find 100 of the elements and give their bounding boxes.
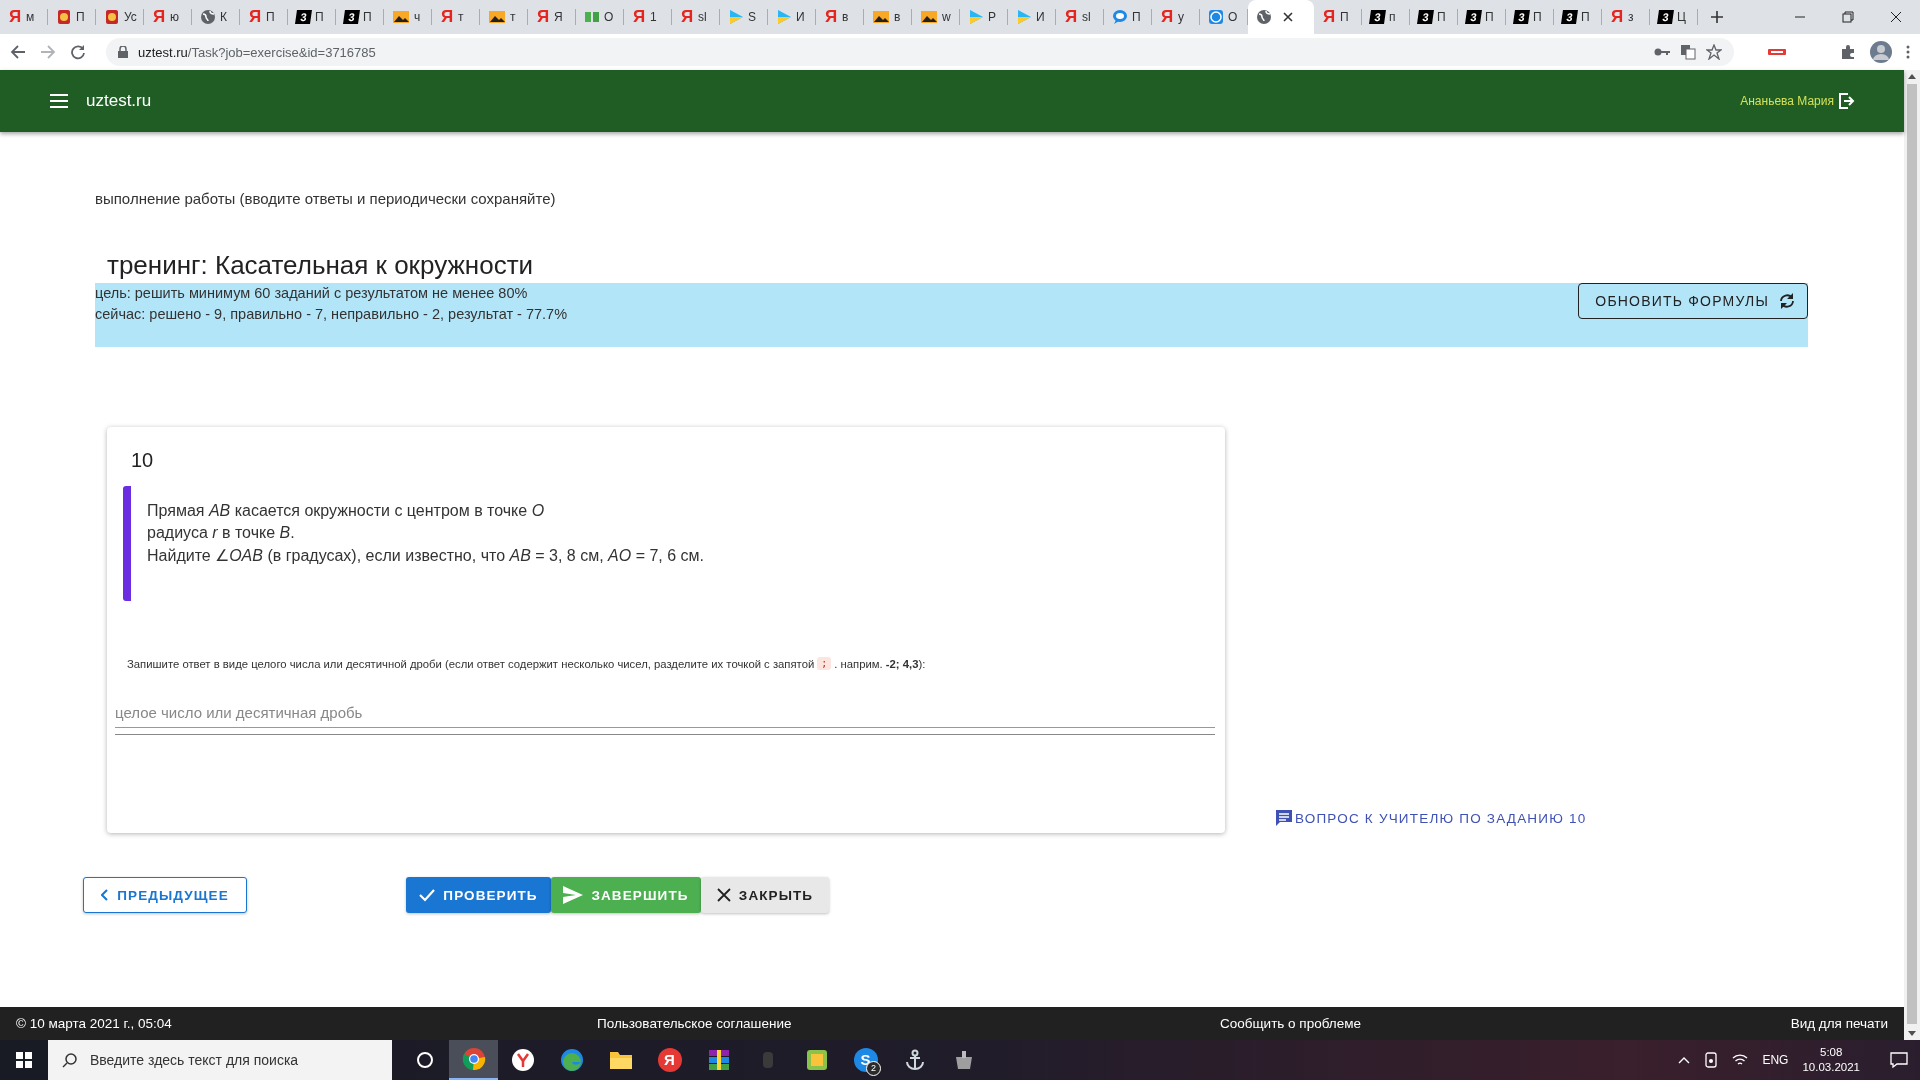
browser-tab[interactable]: О xyxy=(1200,0,1248,34)
wifi-icon[interactable] xyxy=(1732,1053,1749,1067)
play-icon xyxy=(968,9,984,25)
taskbar-button[interactable]: Я xyxy=(645,1040,694,1080)
clock-time[interactable]: 5:08 xyxy=(1820,1045,1843,1060)
browser-tab[interactable]: S xyxy=(720,0,768,34)
browser-tab[interactable]: Ус xyxy=(96,0,144,34)
browser-tab[interactable]: т xyxy=(480,0,528,34)
browser-tab[interactable]: Я П xyxy=(240,0,288,34)
browser-tab[interactable]: П xyxy=(48,0,96,34)
statement-line: Прямая AB касается окружности с центром в точке O xyxy=(147,502,546,521)
restore-icon[interactable] xyxy=(1842,11,1854,23)
star-icon[interactable] xyxy=(1706,44,1722,60)
browser-tab[interactable]: Я у xyxy=(1152,0,1200,34)
close-icon xyxy=(716,888,731,902)
extension-icon[interactable] xyxy=(1768,48,1786,56)
browser-tab[interactable]: Я Я xyxy=(528,0,576,34)
action-button[interactable]: ЗАКРЫТЬ xyxy=(701,877,829,913)
translate-icon[interactable] xyxy=(1680,44,1696,60)
favicon-badge: 3 xyxy=(1369,10,1386,24)
letter-icon: Я xyxy=(657,1048,682,1072)
browser-tab[interactable]: Я 1 xyxy=(624,0,672,34)
browser-tab[interactable]: Я в xyxy=(816,0,864,34)
image-icon xyxy=(872,9,890,25)
favicon-letter: Я xyxy=(440,7,454,27)
help-icon xyxy=(1208,9,1224,25)
footer-link[interactable]: Пользовательское соглашение xyxy=(597,1016,1220,1031)
browser-icon xyxy=(461,1047,486,1071)
browser-tab[interactable]: 3 П xyxy=(1458,0,1506,34)
browser-tab[interactable]: Я з xyxy=(1602,0,1650,34)
device-icon[interactable] xyxy=(1704,1052,1719,1068)
browser-tab[interactable]: 3 п xyxy=(1362,0,1410,34)
browser-tab[interactable]: Я т xyxy=(432,0,480,34)
search-icon xyxy=(62,1052,78,1068)
key-icon[interactable] xyxy=(1654,46,1670,58)
app-icon xyxy=(805,1049,828,1071)
browser-tab[interactable]: П xyxy=(1104,0,1152,34)
ask-teacher-link[interactable]: ВОПРОС К УЧИТЕЛЮ ПО ЗАДАНИЮ 10 xyxy=(1275,809,1587,827)
close-icon[interactable] xyxy=(1282,11,1294,23)
browser-tab[interactable]: Р xyxy=(960,0,1008,34)
favicon-letter: Я xyxy=(1160,7,1174,27)
globe-icon xyxy=(1256,9,1272,25)
chevron-left-icon xyxy=(101,889,110,901)
browser-tab[interactable]: Я м xyxy=(0,0,48,34)
browser-tab[interactable]: 3 Ц xyxy=(1650,0,1698,34)
browser-tab[interactable]: О xyxy=(576,0,624,34)
play-icon xyxy=(728,9,744,25)
search-field[interactable]: Введите здесь текст для поиска xyxy=(48,1040,392,1080)
footer-link[interactable]: Сообщить о проблеме xyxy=(1220,1016,1791,1031)
clock-date[interactable]: 10.03.2021 xyxy=(1802,1060,1860,1075)
chevron-up-icon[interactable] xyxy=(1678,1056,1691,1064)
back-icon[interactable] xyxy=(10,44,26,60)
language-indicator[interactable]: ENG xyxy=(1762,1053,1789,1067)
chat-icon xyxy=(1275,809,1293,827)
close-icon[interactable] xyxy=(1890,11,1902,23)
reload-icon[interactable] xyxy=(70,44,86,60)
answer-field[interactable]: целое число или десятичная дробь xyxy=(115,698,1215,728)
browser-tab[interactable]: К xyxy=(192,0,240,34)
circle-icon xyxy=(415,1051,434,1069)
browser-tab[interactable]: ч xyxy=(384,0,432,34)
browser-tab[interactable]: Я sl xyxy=(1056,0,1104,34)
action-button[interactable]: ПРОВЕРИТЬ xyxy=(406,877,551,913)
task-number: 10 xyxy=(131,449,155,472)
menu-icon[interactable] xyxy=(50,94,68,108)
favicon-letter: Я xyxy=(1064,7,1078,27)
footer-link[interactable]: Вид для печати xyxy=(1790,1016,1888,1031)
site-name[interactable]: uztest.ru xyxy=(86,91,152,111)
browser-tab[interactable]: 3 П xyxy=(1506,0,1554,34)
browser-tab[interactable]: w xyxy=(912,0,960,34)
image-icon xyxy=(392,9,410,25)
browser-tab[interactable]: И xyxy=(1008,0,1056,34)
refresh-button[interactable]: ОБНОВИТЬ ФОРМУЛЫ xyxy=(1578,283,1808,319)
plus-icon[interactable] xyxy=(1710,10,1724,24)
browser-tab[interactable]: Я ю xyxy=(144,0,192,34)
avatar-icon[interactable] xyxy=(1870,41,1892,63)
menu-icon[interactable] xyxy=(1906,45,1910,59)
code-chip: ; xyxy=(817,657,832,670)
favicon-letter: Я xyxy=(248,7,262,27)
favicon-badge: 3 xyxy=(1561,10,1578,24)
browser-tab[interactable]: 3 П xyxy=(1410,0,1458,34)
puzzle-icon[interactable] xyxy=(1840,44,1856,60)
browser-tab[interactable]: 3 П xyxy=(288,0,336,34)
browser-tab[interactable]: в xyxy=(864,0,912,34)
favicon-letter: Я xyxy=(536,7,550,27)
windows-icon xyxy=(16,1052,32,1068)
statement-line: радиуса r в точке B. xyxy=(147,524,296,543)
browser-icon xyxy=(510,1048,535,1072)
goal-text: цель: решить минимум 60 заданий с результатом не менее 80% xyxy=(95,285,529,301)
favicon-badge: 3 xyxy=(1465,10,1482,24)
browser-tab[interactable]: 3 П xyxy=(1554,0,1602,34)
notification-icon[interactable] xyxy=(1890,1052,1908,1068)
logout-icon[interactable] xyxy=(1838,92,1856,110)
browser-tab[interactable] xyxy=(1248,0,1314,34)
browser-tab[interactable]: 3 П xyxy=(336,0,384,34)
action-button[interactable]: ПРЕДЫДУЩЕЕ xyxy=(83,877,247,913)
browser-tab[interactable]: И xyxy=(768,0,816,34)
image-icon xyxy=(920,9,938,25)
browser-tab[interactable]: Я sl xyxy=(672,0,720,34)
browser-tab[interactable]: Я П xyxy=(1314,0,1362,34)
favicon-badge: 3 xyxy=(295,10,312,24)
